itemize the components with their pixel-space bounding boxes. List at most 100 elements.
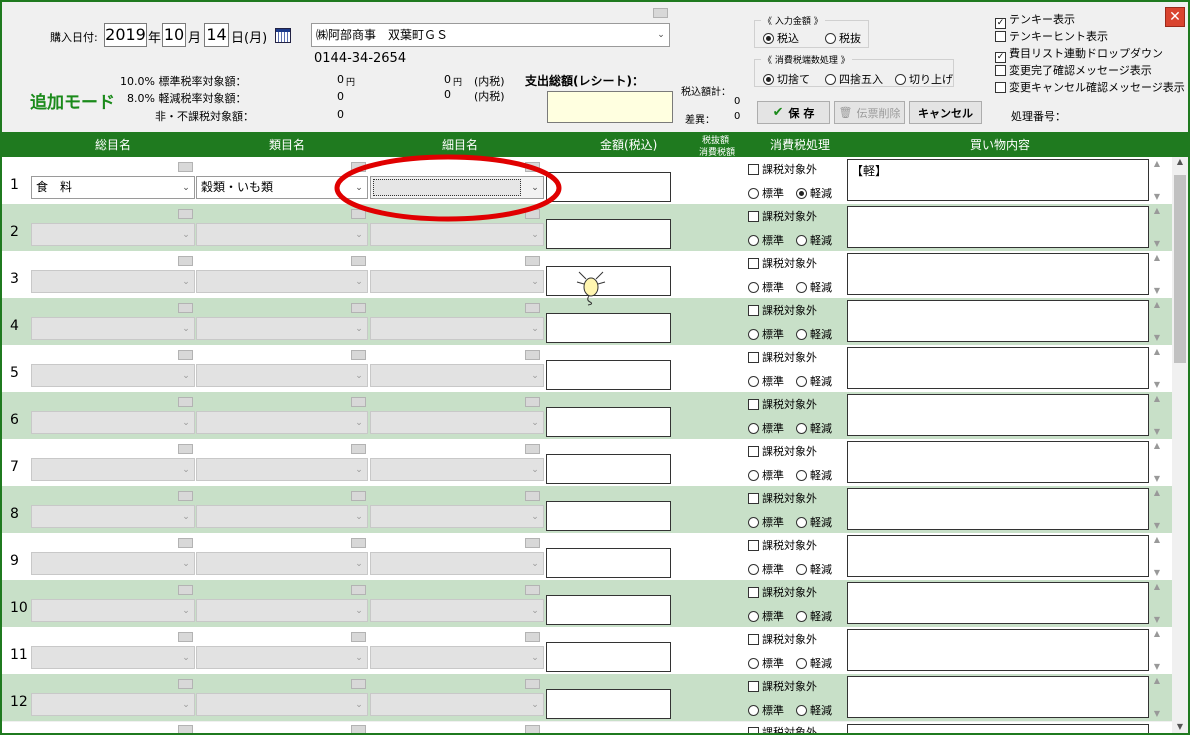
scroll-down-icon[interactable]: ▼ xyxy=(1150,615,1164,624)
scroll-up-icon[interactable]: ▲ xyxy=(1150,253,1164,262)
scroll-up-icon[interactable]: ▲ xyxy=(1150,206,1164,215)
tax-exempt-checkbox[interactable]: 課税対象外 xyxy=(748,208,817,224)
memo-scrollbar[interactable]: ▲ ▼ xyxy=(1150,253,1164,295)
row-mini-button[interactable] xyxy=(525,585,540,595)
tax-exempt-checkbox[interactable]: 課税対象外 xyxy=(748,537,817,553)
memo-scrollbar[interactable]: ▲ ▼ xyxy=(1150,441,1164,483)
tax-exempt-checkbox[interactable]: 課税対象外 xyxy=(748,490,817,506)
memo-input[interactable] xyxy=(847,394,1149,436)
scroll-down-icon[interactable]: ▼ xyxy=(1150,192,1164,201)
scroll-down-icon[interactable]: ▼ xyxy=(1150,662,1164,671)
amount-input[interactable] xyxy=(546,689,671,719)
row-mini-button[interactable] xyxy=(351,538,366,548)
option-tenkey[interactable]: ✓ テンキー表示 xyxy=(995,11,1075,29)
tax-exempt-checkbox[interactable]: 課税対象外 xyxy=(748,302,817,318)
memo-input[interactable] xyxy=(847,535,1149,577)
chevron-down-icon[interactable]: ⌄ xyxy=(527,271,543,292)
tax-standard-radio[interactable]: 標準 xyxy=(748,326,784,342)
subcategory-select[interactable]: ⌄ xyxy=(196,646,368,669)
row-mini-button[interactable] xyxy=(525,491,540,501)
amount-input[interactable] xyxy=(546,266,671,296)
category-select[interactable]: ⌄ xyxy=(31,693,195,716)
total-input[interactable] xyxy=(547,91,673,123)
tax-exempt-checkbox[interactable]: 課税対象外 xyxy=(748,255,817,271)
tax-standard-radio[interactable]: 標準 xyxy=(748,514,784,530)
scroll-down-icon[interactable]: ▼ xyxy=(1150,521,1164,530)
amount-input[interactable] xyxy=(546,642,671,672)
memo-scrollbar[interactable]: ▲ ▼ xyxy=(1150,347,1164,389)
row-mini-button[interactable] xyxy=(178,256,193,266)
subcategory-select[interactable]: ⌄ xyxy=(196,599,368,622)
row-mini-button[interactable] xyxy=(178,585,193,595)
memo-scrollbar[interactable]: ▲ ▼ xyxy=(1150,488,1164,530)
category-select[interactable]: ⌄ xyxy=(31,364,195,387)
memo-input[interactable] xyxy=(847,629,1149,671)
row-mini-button[interactable] xyxy=(351,303,366,313)
row-mini-button[interactable] xyxy=(178,162,193,172)
tax-exempt-checkbox[interactable]: 課税対象外 xyxy=(748,161,817,177)
chevron-down-icon[interactable]: ⌄ xyxy=(351,318,367,339)
row-mini-button[interactable] xyxy=(178,632,193,642)
amount-input[interactable] xyxy=(546,454,671,484)
tax-exempt-checkbox[interactable]: 課税対象外 xyxy=(748,349,817,365)
memo-input-partial[interactable] xyxy=(847,724,1149,733)
row-mini-button[interactable] xyxy=(178,538,193,548)
row-mini-button[interactable] xyxy=(351,256,366,266)
chevron-down-icon[interactable]: ⌄ xyxy=(527,647,543,668)
scroll-up-icon[interactable]: ▲ xyxy=(1172,157,1188,171)
category-select[interactable]: ⌄ xyxy=(31,552,195,575)
memo-input[interactable] xyxy=(847,347,1149,389)
category-select[interactable]: ⌄ xyxy=(31,270,195,293)
tax-exempt-checkbox[interactable]: 課税対象外 xyxy=(748,678,817,694)
radio-tax-excluded[interactable]: 税抜 xyxy=(825,30,861,46)
scroll-down-icon[interactable]: ▼ xyxy=(1150,380,1164,389)
scroll-up-icon[interactable]: ▲ xyxy=(1150,394,1164,403)
category-select[interactable]: ⌄ xyxy=(31,223,195,246)
row-mini-button[interactable] xyxy=(525,397,540,407)
scroll-thumb[interactable] xyxy=(1174,175,1186,363)
subcategory-select[interactable]: ⌄ xyxy=(196,317,368,340)
chevron-down-icon[interactable]: ⌄ xyxy=(351,412,367,433)
chevron-down-icon[interactable]: ⌄ xyxy=(178,459,194,480)
radio-round-half[interactable]: 四捨五入 xyxy=(825,71,883,87)
chevron-down-icon[interactable]: ⌄ xyxy=(527,365,543,386)
row-mini-button[interactable] xyxy=(178,679,193,689)
amount-input[interactable] xyxy=(546,360,671,390)
row-mini-button[interactable] xyxy=(525,538,540,548)
chevron-down-icon[interactable]: ⌄ xyxy=(351,459,367,480)
chevron-down-icon[interactable]: ⌄ xyxy=(351,506,367,527)
tax-reduced-radio[interactable]: 軽減 xyxy=(796,185,832,201)
chevron-down-icon[interactable]: ⌄ xyxy=(351,365,367,386)
memo-scrollbar[interactable]: ▲ ▼ xyxy=(1150,300,1164,342)
chevron-down-icon[interactable]: ⌄ xyxy=(653,24,669,46)
subcategory-select[interactable]: ⌄ xyxy=(196,458,368,481)
row-mini-button[interactable] xyxy=(178,444,193,454)
scroll-up-icon[interactable]: ▲ xyxy=(1150,629,1164,638)
chevron-down-icon[interactable]: ⌄ xyxy=(178,506,194,527)
chevron-down-icon[interactable]: ⌄ xyxy=(527,600,543,621)
chevron-down-icon[interactable]: ⌄ xyxy=(178,177,194,198)
subcategory-select[interactable]: ⌄ xyxy=(196,411,368,434)
memo-scrollbar[interactable]: ▲ ▼ xyxy=(1150,676,1164,718)
tax-standard-radio[interactable]: 標準 xyxy=(748,420,784,436)
row-mini-button[interactable] xyxy=(525,256,540,266)
category-select[interactable]: ⌄ xyxy=(31,458,195,481)
subcategory-select[interactable]: ⌄ xyxy=(196,364,368,387)
tax-standard-radio[interactable]: 標準 xyxy=(748,232,784,248)
memo-input[interactable] xyxy=(847,253,1149,295)
tax-reduced-radio[interactable]: 軽減 xyxy=(796,608,832,624)
amount-input[interactable] xyxy=(546,595,671,625)
scroll-up-icon[interactable]: ▲ xyxy=(1150,676,1164,685)
scroll-down-icon[interactable]: ▼ xyxy=(1150,286,1164,295)
tax-standard-radio[interactable]: 標準 xyxy=(748,608,784,624)
row-mini-button[interactable] xyxy=(525,444,540,454)
category-select[interactable]: ⌄ xyxy=(31,505,195,528)
amount-input[interactable] xyxy=(546,219,671,249)
tax-reduced-radio[interactable]: 軽減 xyxy=(796,279,832,295)
memo-input[interactable] xyxy=(847,582,1149,624)
subcategory-select[interactable]: ⌄ xyxy=(196,223,368,246)
subcategory-select[interactable]: ⌄ xyxy=(196,505,368,528)
chevron-down-icon[interactable]: ⌄ xyxy=(178,224,194,245)
tax-reduced-radio[interactable]: 軽減 xyxy=(796,232,832,248)
memo-scrollbar[interactable]: ▲ ▼ xyxy=(1150,394,1164,436)
